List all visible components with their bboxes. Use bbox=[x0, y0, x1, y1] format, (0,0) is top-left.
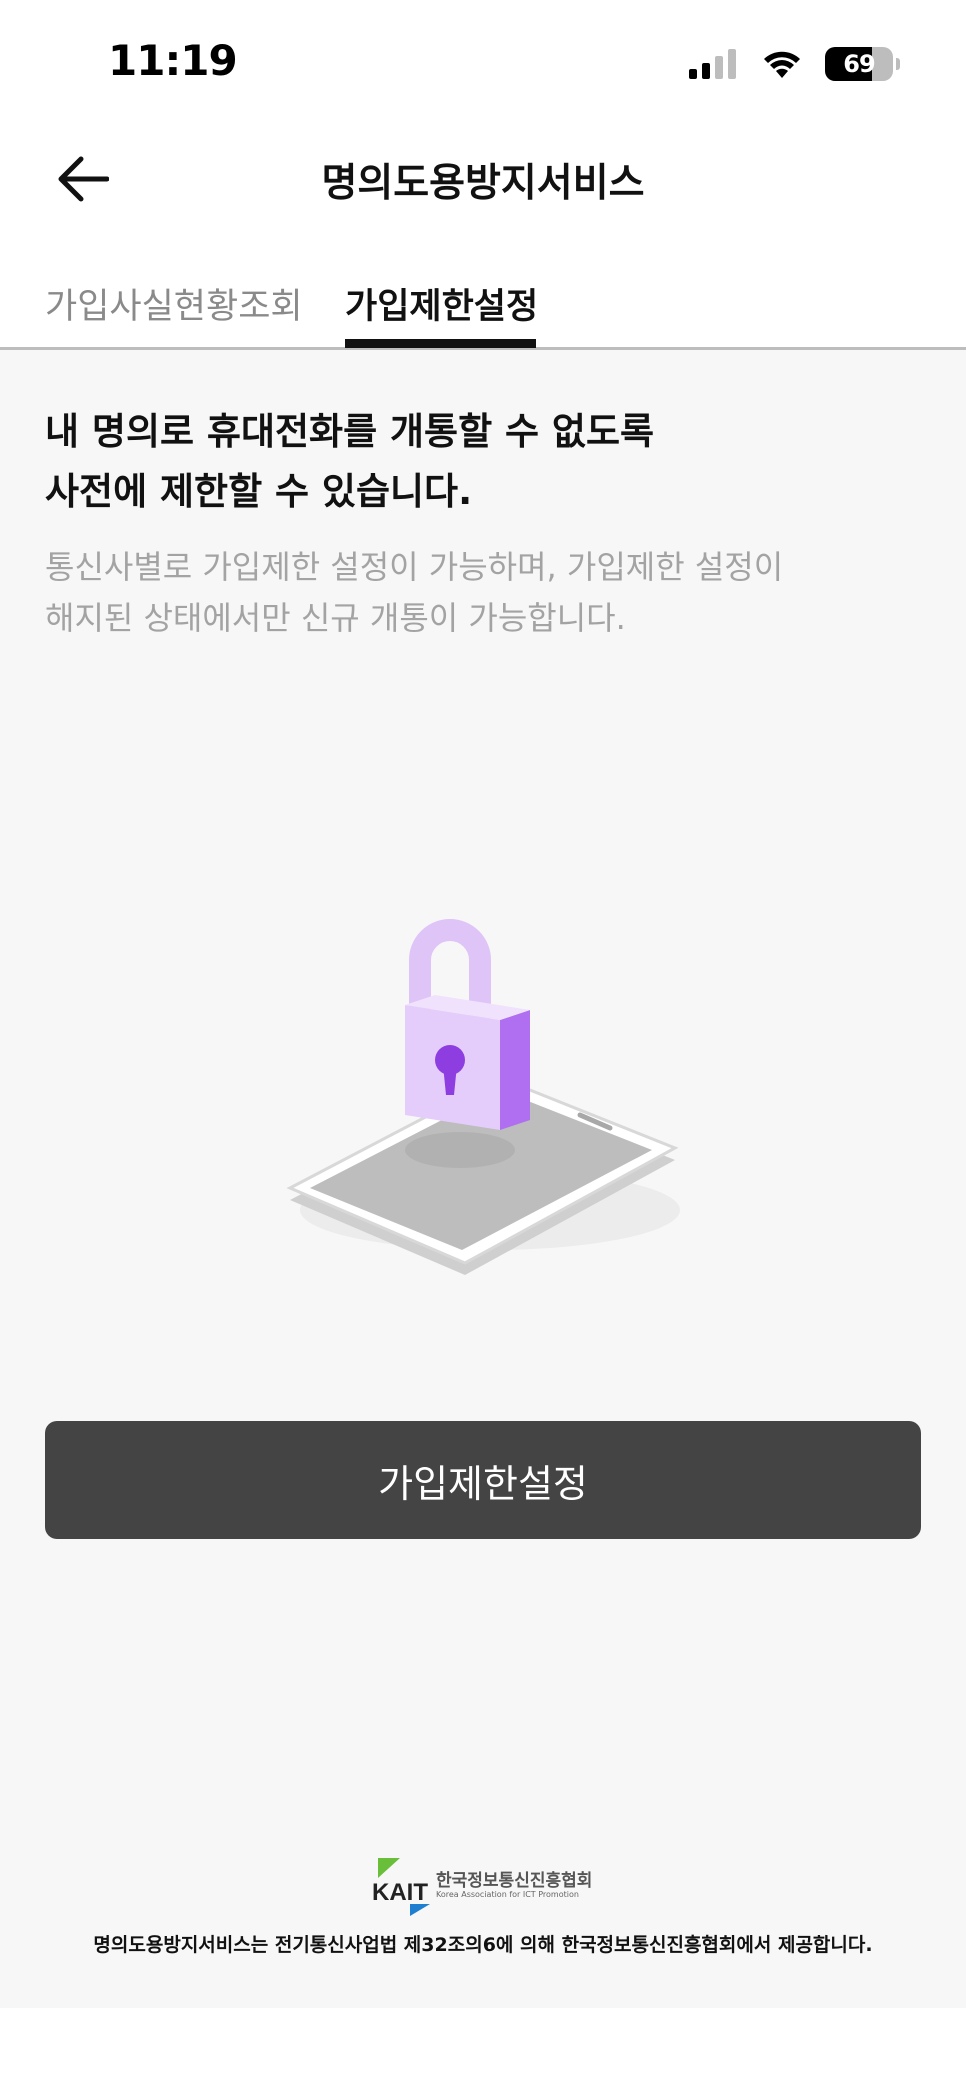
org-name-en: Korea Association for ICT Promotion bbox=[436, 1890, 579, 1899]
footer-notice: 명의도용방지서비스는 전기통신사업법 제32조의6에 의해 한국정보통신진흥협회… bbox=[93, 1934, 873, 1956]
status-time: 11:19 bbox=[108, 36, 238, 85]
battery-icon: 69 bbox=[825, 47, 893, 81]
tab-bar: 가입사실현황조회 가입제한설정 bbox=[0, 262, 966, 350]
subscription-restriction-button[interactable]: 가입제한설정 bbox=[45, 1421, 921, 1539]
battery-cap bbox=[896, 58, 900, 70]
phone-with-padlock-icon bbox=[286, 919, 680, 1275]
description: 통신사별로 가입제한 설정이 가능하며, 가입제한 설정이 해지된 상태에서만 … bbox=[45, 542, 925, 644]
description-line-2: 해지된 상태에서만 신규 개통이 가능합니다. bbox=[45, 599, 626, 637]
description-line-1: 통신사별로 가입제한 설정이 가능하며, 가입제한 설정이 bbox=[45, 548, 784, 586]
page-title: 명의도용방지서비스 bbox=[321, 161, 645, 206]
kait-logo: KAIT 한국정보통신진흥협회 Korea Association for IC… bbox=[370, 1856, 592, 1916]
nav-header: 명의도용방지서비스 bbox=[0, 120, 966, 232]
wifi-icon bbox=[764, 51, 800, 78]
active-tab-indicator bbox=[345, 339, 536, 348]
headline: 내 명의로 휴대전화를 개통할 수 없도록 사전에 제한할 수 있습니다. bbox=[45, 402, 925, 522]
status-bar: 11:19 69 bbox=[0, 0, 966, 120]
headline-line-1: 내 명의로 휴대전화를 개통할 수 없도록 bbox=[45, 410, 655, 453]
headline-line-2: 사전에 제한할 수 있습니다. bbox=[45, 470, 473, 513]
tab-subscription-restriction[interactable]: 가입제한설정 bbox=[345, 278, 538, 329]
tab-subscription-status[interactable]: 가입사실현황조회 bbox=[45, 278, 303, 329]
cellular-signal-icon bbox=[689, 49, 736, 79]
main-content: 내 명의로 휴대전화를 개통할 수 없도록 사전에 제한할 수 있습니다. 통신… bbox=[0, 350, 966, 2008]
status-icons: 69 bbox=[689, 44, 900, 84]
org-name-kr: 한국정보통신진흥협회 bbox=[436, 1871, 593, 1891]
kait-logo-icon: KAIT bbox=[372, 1858, 430, 1916]
logo-text: KAIT bbox=[372, 1879, 428, 1906]
battery-level: 69 bbox=[843, 50, 875, 78]
